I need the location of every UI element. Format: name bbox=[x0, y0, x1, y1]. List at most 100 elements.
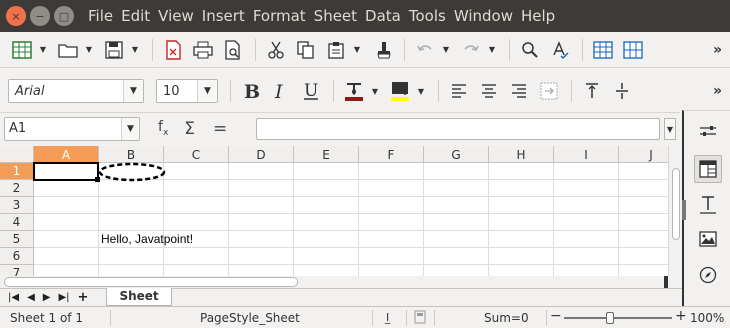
zoom-in-button[interactable]: + bbox=[675, 308, 687, 324]
select-all-corner[interactable] bbox=[0, 146, 34, 163]
font-color-button[interactable] bbox=[340, 77, 368, 105]
highlight-dropdown-arrow[interactable]: ▼ bbox=[416, 87, 426, 96]
menu-insert[interactable]: Insert bbox=[202, 7, 245, 25]
print-preview-button[interactable] bbox=[219, 36, 247, 64]
next-sheet-icon[interactable]: ▶ bbox=[43, 292, 51, 303]
undo-button[interactable] bbox=[411, 36, 439, 64]
sidebar-styles-button[interactable] bbox=[694, 155, 722, 183]
prev-sheet-icon[interactable]: ◀ bbox=[27, 292, 35, 303]
sidebar-navigator-button[interactable] bbox=[694, 261, 722, 289]
row-header-3[interactable]: 3 bbox=[0, 197, 34, 214]
row-header-4[interactable]: 4 bbox=[0, 214, 34, 231]
new-spreadsheet-button[interactable] bbox=[8, 36, 36, 64]
column-header-c[interactable]: C bbox=[164, 146, 229, 163]
column-header-f[interactable]: F bbox=[359, 146, 424, 163]
align-middle-button[interactable] bbox=[608, 77, 636, 105]
bold-button[interactable]: B bbox=[237, 77, 265, 105]
open-dropdown-arrow[interactable]: ▼ bbox=[84, 45, 94, 54]
sidebar-functions-button[interactable] bbox=[694, 191, 722, 219]
row-header-6[interactable]: 6 bbox=[0, 248, 34, 265]
open-button[interactable] bbox=[54, 36, 82, 64]
sidebar-gallery-button[interactable] bbox=[694, 225, 722, 253]
first-sheet-icon[interactable]: |◀ bbox=[8, 292, 19, 303]
column-header-a[interactable]: A bbox=[34, 146, 99, 163]
last-sheet-icon[interactable]: ▶| bbox=[58, 292, 69, 303]
column-header-d[interactable]: D bbox=[229, 146, 294, 163]
add-sheet-button[interactable]: + bbox=[78, 290, 89, 305]
autofill-handle[interactable] bbox=[95, 177, 100, 182]
sheet-tab-active[interactable]: Sheet bbox=[106, 287, 172, 306]
undo-dropdown-arrow[interactable]: ▼ bbox=[441, 45, 451, 54]
cell-b5[interactable]: Hello, Javatpoint! bbox=[101, 232, 193, 246]
function-wizard-icon[interactable]: fx bbox=[158, 119, 168, 138]
new-dropdown-arrow[interactable]: ▼ bbox=[38, 45, 48, 54]
column-header-e[interactable]: E bbox=[294, 146, 359, 163]
row-header-7[interactable]: 7 bbox=[0, 265, 34, 276]
copy-button[interactable] bbox=[292, 36, 320, 64]
menu-edit[interactable]: Edit bbox=[121, 7, 150, 25]
column-button[interactable] bbox=[619, 36, 647, 64]
horizontal-scrollbar[interactable] bbox=[0, 276, 682, 288]
menu-file[interactable]: File bbox=[88, 7, 113, 25]
chevron-down-icon[interactable]: ▼ bbox=[121, 117, 139, 140]
column-header-b[interactable]: B bbox=[99, 146, 164, 163]
spreadsheet-grid[interactable]: A B C D E F G H I J 1 2 3 4 5 6 7 Hello,… bbox=[0, 146, 668, 276]
paste-button[interactable] bbox=[322, 36, 350, 64]
toolbar-more-button[interactable]: » bbox=[713, 42, 722, 58]
menu-tools[interactable]: Tools bbox=[409, 7, 446, 25]
close-window-button[interactable]: × bbox=[6, 6, 26, 26]
align-right-button[interactable] bbox=[505, 77, 533, 105]
maximize-window-button[interactable]: □ bbox=[54, 6, 74, 26]
cut-button[interactable] bbox=[262, 36, 290, 64]
row-header-2[interactable]: 2 bbox=[0, 180, 34, 197]
menu-help[interactable]: Help bbox=[521, 7, 555, 25]
sidebar-properties-button[interactable] bbox=[694, 117, 722, 145]
print-button[interactable] bbox=[189, 36, 217, 64]
chevron-down-icon[interactable]: ▼ bbox=[123, 80, 143, 102]
menu-window[interactable]: Window bbox=[454, 7, 513, 25]
vertical-scroll-thumb[interactable] bbox=[672, 168, 680, 240]
column-header-g[interactable]: G bbox=[424, 146, 489, 163]
zoom-slider[interactable] bbox=[564, 317, 672, 319]
zoom-level[interactable]: 100% bbox=[690, 311, 724, 325]
vertical-scrollbar[interactable] bbox=[668, 146, 682, 276]
highlight-color-button[interactable] bbox=[386, 77, 414, 105]
save-button[interactable] bbox=[100, 36, 128, 64]
clone-formatting-button[interactable] bbox=[368, 36, 396, 64]
sidebar-resize-handle[interactable] bbox=[682, 200, 686, 220]
menu-sheet[interactable]: Sheet bbox=[314, 7, 357, 25]
paste-dropdown-arrow[interactable]: ▼ bbox=[352, 45, 362, 54]
column-header-i[interactable]: I bbox=[554, 146, 619, 163]
formatting-more-button[interactable]: » bbox=[713, 83, 722, 99]
horizontal-scroll-thumb[interactable] bbox=[4, 277, 298, 287]
font-name-box[interactable]: Arial ▼ bbox=[8, 79, 144, 103]
align-top-button[interactable] bbox=[578, 77, 606, 105]
scrollbar-splitter[interactable] bbox=[664, 276, 668, 288]
dashed-ellipse-shape[interactable] bbox=[98, 162, 168, 182]
redo-dropdown-arrow[interactable]: ▼ bbox=[487, 45, 497, 54]
menu-view[interactable]: View bbox=[158, 7, 194, 25]
cell-cursor-a1[interactable] bbox=[33, 162, 99, 181]
formula-equals-icon[interactable]: = bbox=[213, 119, 227, 139]
italic-button[interactable]: I bbox=[267, 77, 295, 105]
menu-format[interactable]: Format bbox=[253, 7, 306, 25]
spelling-button[interactable] bbox=[546, 36, 574, 64]
underline-button[interactable]: U bbox=[297, 77, 325, 105]
sum-icon[interactable]: Σ bbox=[184, 119, 195, 139]
menu-data[interactable]: Data bbox=[365, 7, 401, 25]
expand-formula-button[interactable]: ▼ bbox=[664, 118, 676, 140]
find-replace-button[interactable] bbox=[516, 36, 544, 64]
save-dropdown-arrow[interactable]: ▼ bbox=[130, 45, 140, 54]
chevron-down-icon[interactable]: ▼ bbox=[197, 80, 217, 102]
redo-button[interactable] bbox=[457, 36, 485, 64]
font-color-dropdown-arrow[interactable]: ▼ bbox=[370, 87, 380, 96]
row-header-5[interactable]: 5 bbox=[0, 231, 34, 248]
name-box[interactable]: A1 ▼ bbox=[4, 116, 140, 141]
align-center-button[interactable] bbox=[475, 77, 503, 105]
zoom-out-button[interactable]: − bbox=[550, 308, 562, 324]
row-button[interactable] bbox=[589, 36, 617, 64]
align-left-button[interactable] bbox=[445, 77, 473, 105]
minimize-window-button[interactable]: − bbox=[30, 6, 50, 26]
merge-cells-button[interactable] bbox=[535, 77, 563, 105]
column-header-j[interactable]: J bbox=[619, 146, 668, 163]
